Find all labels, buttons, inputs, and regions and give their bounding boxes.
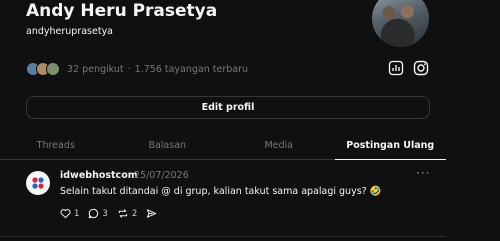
profile-avatar[interactable] [372,0,429,47]
follower-avatar [46,62,60,76]
repost-button[interactable]: 2 [117,208,137,219]
share-button[interactable] [146,208,160,219]
tab-media[interactable]: Media [223,131,335,160]
tab-replies[interactable]: Balasan [111,131,223,160]
reply-button[interactable]: 3 [88,208,108,219]
profile-tabs: Threads Balasan Media Postingan Ulang [0,131,446,160]
profile-name: Andy Heru Prasetya [26,1,218,21]
followers-row[interactable]: 32 pengikut · 1.756 tayangan terbaru [26,62,248,76]
edit-profile-button[interactable]: Edit profil [26,96,430,119]
followers-count: 32 pengikut [67,63,124,75]
profile-handle: andyheruprasetya [26,26,114,37]
send-icon [147,209,157,218]
reply-count: 3 [102,208,108,219]
like-button[interactable]: 1 [60,208,79,219]
repost-icon [118,209,128,218]
post-actions: 1 3 2 [60,208,169,219]
separator: · [127,63,131,75]
repost-count: 2 [131,208,138,219]
followers-stats: 32 pengikut · 1.756 tayangan terbaru [67,64,248,75]
post-date: 25/07/2026 [134,170,189,181]
post-username[interactable]: idwebhostcom [60,170,138,181]
divider [0,236,446,237]
views-count: 1.756 tayangan terbaru [134,63,249,75]
tab-threads[interactable]: Threads [0,131,112,160]
post-avatar[interactable] [26,171,50,195]
instagram-icon[interactable] [413,60,429,76]
heart-icon [60,209,71,219]
more-options-icon[interactable]: ··· [416,166,430,180]
insights-icon[interactable] [388,60,404,76]
post-text: Selain takut ditandai @ di grup, kalian … [60,186,382,197]
like-count: 1 [74,208,80,219]
comment-icon [89,208,99,219]
tab-reposts[interactable]: Postingan Ulang [334,131,446,160]
idwebhost-logo-icon [32,177,44,189]
